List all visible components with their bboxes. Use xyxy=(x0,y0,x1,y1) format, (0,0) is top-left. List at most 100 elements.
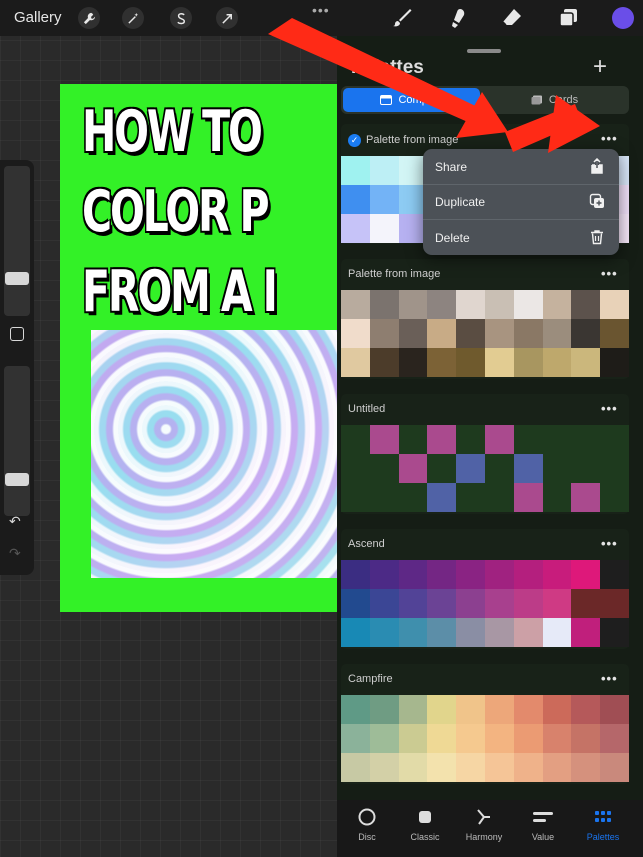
color-swatch[interactable] xyxy=(600,290,629,319)
color-swatch[interactable] xyxy=(600,560,629,589)
layers-icon[interactable] xyxy=(556,6,580,30)
color-swatch[interactable] xyxy=(571,589,601,618)
color-swatch[interactable] xyxy=(369,724,399,753)
tab-classic[interactable]: Classic xyxy=(397,805,453,842)
add-palette-button[interactable]: + xyxy=(593,53,607,81)
color-swatch[interactable] xyxy=(571,454,601,483)
color-swatch[interactable] xyxy=(571,425,601,454)
compact-segment[interactable]: Compact xyxy=(343,88,480,112)
color-swatch[interactable] xyxy=(427,348,457,377)
color-swatch[interactable] xyxy=(427,319,457,348)
color-swatch[interactable] xyxy=(542,618,572,647)
color-swatch[interactable] xyxy=(484,560,514,589)
color-swatch[interactable] xyxy=(369,589,399,618)
color-swatch[interactable] xyxy=(513,560,543,589)
color-swatch[interactable] xyxy=(341,185,370,214)
color-swatch[interactable] xyxy=(571,348,601,377)
color-swatch[interactable] xyxy=(341,214,370,243)
color-swatch[interactable] xyxy=(542,724,572,753)
more-icon[interactable]: ••• xyxy=(312,2,330,18)
brush-icon[interactable] xyxy=(390,6,414,30)
color-swatch[interactable] xyxy=(456,425,485,454)
color-swatch[interactable] xyxy=(427,695,457,724)
color-swatch[interactable] xyxy=(542,695,572,724)
color-swatch[interactable] xyxy=(341,425,370,454)
color-swatch[interactable] xyxy=(341,290,370,319)
color-swatch[interactable] xyxy=(369,290,399,319)
color-swatch[interactable] xyxy=(398,290,428,319)
color-swatch[interactable] xyxy=(513,753,543,782)
opacity-slider[interactable] xyxy=(4,366,30,516)
color-swatch[interactable] xyxy=(484,319,514,348)
color-swatch[interactable] xyxy=(369,560,399,589)
cards-segment[interactable]: Cards xyxy=(482,88,627,112)
color-swatch[interactable] xyxy=(369,156,399,185)
eraser-icon[interactable] xyxy=(500,6,524,30)
color-swatch[interactable] xyxy=(369,214,399,243)
color-swatch[interactable] xyxy=(398,589,428,618)
color-swatch[interactable] xyxy=(513,319,543,348)
color-swatch[interactable] xyxy=(484,724,514,753)
color-swatch[interactable] xyxy=(398,483,428,512)
palette-more-button[interactable]: ••• xyxy=(601,671,618,686)
color-swatch[interactable] xyxy=(341,618,370,647)
color-swatch[interactable] xyxy=(600,753,629,782)
color-swatch[interactable] xyxy=(341,156,370,185)
magic-wand-icon[interactable] xyxy=(122,7,144,29)
color-swatch[interactable] xyxy=(427,560,457,589)
color-swatch[interactable] xyxy=(542,454,572,483)
color-swatch[interactable] xyxy=(341,483,370,512)
color-swatch[interactable] xyxy=(513,348,543,377)
color-swatch[interactable] xyxy=(513,724,543,753)
wrench-icon[interactable] xyxy=(78,7,100,29)
color-swatch[interactable] xyxy=(427,618,457,647)
color-swatch[interactable] xyxy=(369,185,399,214)
tab-harmony[interactable]: Harmony xyxy=(456,805,512,842)
color-swatch[interactable] xyxy=(456,695,485,724)
color-swatch[interactable] xyxy=(542,589,572,618)
palette-more-button[interactable]: ••• xyxy=(601,536,618,551)
tab-disc[interactable]: Disc xyxy=(339,805,395,842)
color-swatch[interactable] xyxy=(427,454,457,483)
color-swatch[interactable] xyxy=(571,560,601,589)
color-swatch[interactable] xyxy=(341,753,370,782)
color-swatch[interactable] xyxy=(369,319,399,348)
color-swatch[interactable] xyxy=(398,425,428,454)
transform-arrow-icon[interactable] xyxy=(216,7,238,29)
color-swatch[interactable] xyxy=(571,618,601,647)
color-swatch[interactable] xyxy=(600,618,629,647)
color-swatch[interactable] xyxy=(369,483,399,512)
default-palette-check-icon[interactable]: ✓ xyxy=(348,134,361,147)
selection-icon[interactable] xyxy=(170,7,192,29)
share-menu-item[interactable]: Share xyxy=(423,149,619,184)
modify-square-button[interactable] xyxy=(10,327,24,341)
color-swatch[interactable] xyxy=(600,425,629,454)
color-swatch[interactable] xyxy=(484,695,514,724)
color-swatch[interactable] xyxy=(513,425,543,454)
color-swatch[interactable] xyxy=(484,454,514,483)
color-swatch[interactable] xyxy=(341,319,370,348)
color-swatch[interactable] xyxy=(398,753,428,782)
color-swatch[interactable] xyxy=(456,724,485,753)
color-swatch[interactable] xyxy=(600,724,629,753)
color-swatch[interactable] xyxy=(542,483,572,512)
color-swatch[interactable] xyxy=(427,589,457,618)
undo-icon[interactable]: ↶ xyxy=(9,513,21,530)
color-swatch[interactable] xyxy=(456,348,485,377)
color-swatch[interactable] xyxy=(542,290,572,319)
color-swatch[interactable] xyxy=(398,695,428,724)
color-swatch[interactable] xyxy=(427,425,457,454)
color-swatch[interactable] xyxy=(369,695,399,724)
color-swatch[interactable] xyxy=(427,753,457,782)
color-swatch[interactable] xyxy=(542,319,572,348)
color-swatch[interactable] xyxy=(398,319,428,348)
color-swatch[interactable] xyxy=(398,560,428,589)
duplicate-menu-item[interactable]: Duplicate xyxy=(423,184,619,219)
tab-value[interactable]: Value xyxy=(515,805,571,842)
color-swatch[interactable] xyxy=(542,425,572,454)
color-swatch[interactable] xyxy=(612,7,634,29)
color-swatch[interactable] xyxy=(484,425,514,454)
redo-icon[interactable]: ↷ xyxy=(9,545,21,562)
color-swatch[interactable] xyxy=(571,695,601,724)
color-swatch[interactable] xyxy=(513,589,543,618)
